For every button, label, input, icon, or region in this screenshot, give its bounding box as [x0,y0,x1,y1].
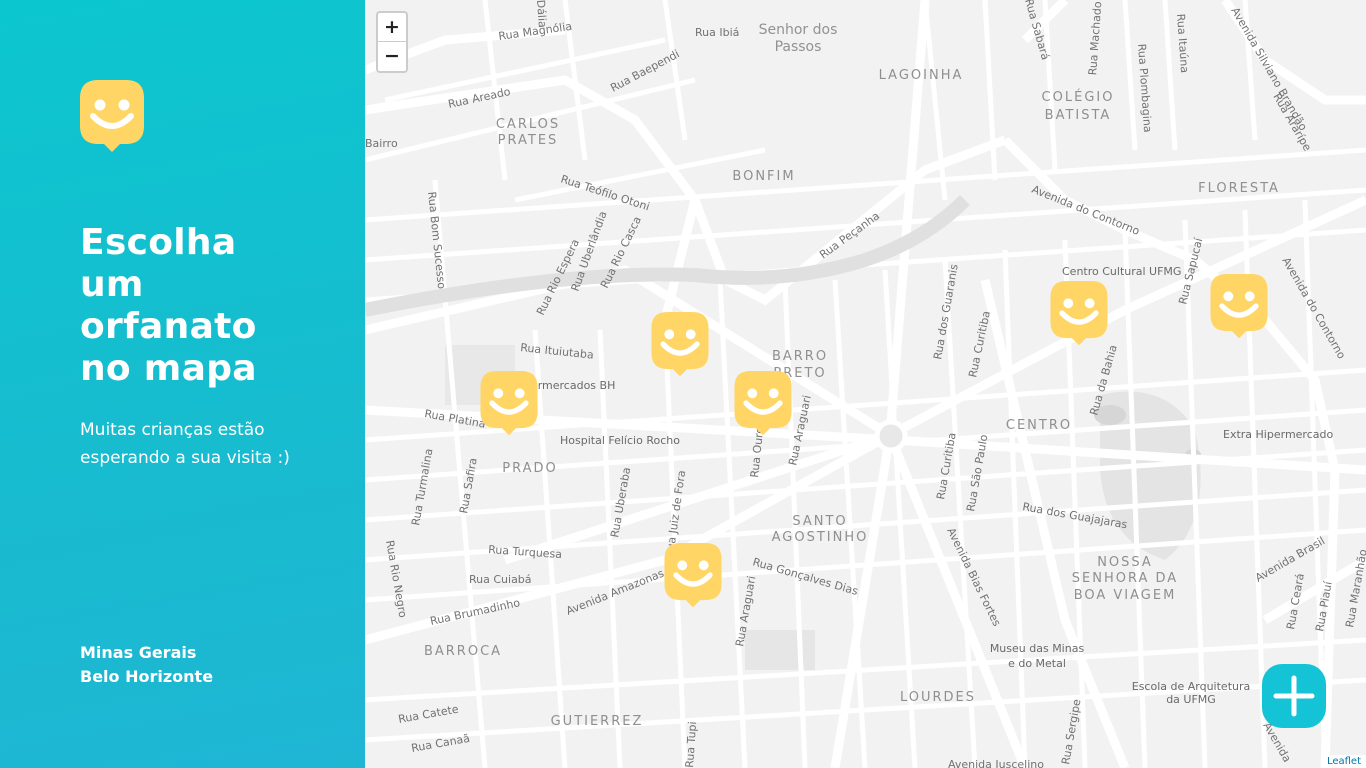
svg-text:Hospital Felício Rocho: Hospital Felício Rocho [560,434,680,447]
svg-text:COLÉGIO: COLÉGIO [1042,89,1115,105]
svg-text:Museu das Minas: Museu das Minas [990,642,1085,655]
title-line: no mapa [80,348,257,389]
svg-text:Extra Hipermercado: Extra Hipermercado [1223,428,1333,441]
smiley-pin-icon [480,371,538,436]
subtitle-line: esperando a sua visita :) [80,448,290,468]
svg-text:AGOSTINHO: AGOSTINHO [772,530,869,545]
svg-text:PRADO: PRADO [502,461,557,476]
page-subtitle: Muitas crianças estão esperando a sua vi… [80,416,320,472]
svg-text:Passos: Passos [775,39,822,55]
svg-text:BOA VIAGEM: BOA VIAGEM [1074,588,1177,603]
svg-text:PRATES: PRATES [498,133,559,148]
svg-text:CARLOS: CARLOS [496,117,560,132]
orphanage-marker[interactable] [1050,281,1108,347]
smiley-pin-icon [80,80,144,154]
svg-text:Bairro: Bairro [365,137,398,150]
plus-icon [1273,675,1315,717]
svg-text:BATISTA: BATISTA [1045,108,1112,123]
state-label: Minas Gerais [80,643,197,662]
zoom-control: + − [376,11,408,73]
svg-text:GUTIERREZ: GUTIERREZ [551,714,644,729]
orphanage-marker[interactable] [664,543,722,609]
svg-text:Senhor dos: Senhor dos [759,22,838,38]
svg-text:e do Metal: e do Metal [1008,657,1066,670]
zoom-in-button[interactable]: + [378,13,406,42]
svg-text:LAGOINHA: LAGOINHA [879,68,964,83]
svg-text:Escola de Arquitetura: Escola de Arquitetura [1132,680,1251,693]
svg-text:da UFMG: da UFMG [1166,693,1216,706]
city-label: Belo Horizonte [80,667,214,686]
svg-text:LOURDES: LOURDES [900,690,976,705]
page-title: Escolha um orfanato no mapa [80,222,320,390]
orphanage-marker[interactable] [1210,274,1268,340]
svg-text:Rua Ibiá: Rua Ibiá [695,26,739,39]
svg-text:SENHORA DA: SENHORA DA [1072,571,1178,586]
svg-text:Avenida Juscelino: Avenida Juscelino [948,758,1044,768]
title-line: Escolha [80,222,237,263]
svg-text:CENTRO: CENTRO [1006,418,1072,433]
subtitle-line: Muitas crianças estão [80,420,265,440]
title-line: orfanato [80,306,257,347]
svg-text:NOSSA: NOSSA [1097,555,1153,570]
smiley-pin-icon [1210,274,1268,339]
location-info: Minas Gerais Belo Horizonte [80,641,213,689]
orphanage-marker[interactable] [734,371,792,437]
map-view[interactable]: Senhor dos Passos LAGOINHA COLÉGIO BATIS… [365,0,1366,768]
svg-text:BARRO: BARRO [772,349,828,364]
smiley-pin-icon [664,543,722,608]
smiley-pin-icon [651,312,709,377]
title-line: um [80,264,144,305]
smiley-pin-icon [734,371,792,436]
svg-text:BONFIM: BONFIM [732,169,795,184]
zoom-out-button[interactable]: − [378,42,406,71]
svg-text:SANTO: SANTO [792,514,847,529]
orphanage-marker[interactable] [480,371,538,437]
add-orphanage-button[interactable] [1262,664,1326,728]
svg-text:BARROCA: BARROCA [424,644,502,659]
svg-text:Centro Cultural UFMG: Centro Cultural UFMG [1062,265,1181,278]
svg-text:FLORESTA: FLORESTA [1198,181,1280,196]
map-attribution-link[interactable]: Leaflet [1321,755,1366,768]
sidebar: Escolha um orfanato no mapa Muitas crian… [0,0,365,768]
svg-text:Dália: Dália [534,0,549,28]
svg-text:Rua Cuiabá: Rua Cuiabá [469,573,532,586]
smiley-pin-icon [1050,281,1108,346]
orphanage-marker[interactable] [651,312,709,378]
